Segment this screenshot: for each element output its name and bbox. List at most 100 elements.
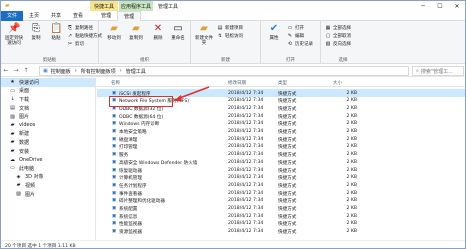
nav-item[interactable]: ▭ 桌面 bbox=[1, 87, 95, 96]
easy-access-button[interactable]: ↯ 轻松访问 bbox=[217, 32, 243, 39]
tab-file[interactable]: 文件 bbox=[1, 10, 24, 21]
file-row[interactable]: ▣ 资源监视器 2018/4/12 7:34 快捷方式 2 KB bbox=[97, 228, 465, 236]
select-none-button[interactable]: ▢ 全部取消 bbox=[325, 32, 351, 39]
copy-to-button[interactable]: ▰ 复制到 bbox=[125, 23, 147, 41]
file-type: 快捷方式 bbox=[278, 91, 297, 97]
nav-item[interactable]: ▰ 新建 bbox=[1, 130, 95, 139]
nav-item-icon: ★ bbox=[10, 79, 15, 86]
file-size: 2 KB bbox=[346, 190, 357, 196]
file-type: 快捷方式 bbox=[278, 214, 297, 220]
file-row[interactable]: ▣ 高级安全 Windows Defender 防火墙 2018/4/12 7:34… bbox=[97, 158, 465, 166]
tab-manage-app[interactable]: 管理 bbox=[117, 10, 142, 21]
tab-view[interactable]: 查看 bbox=[67, 11, 89, 21]
file-row[interactable]: ▣ 服务 2018/4/12 7:34 快捷方式 2 KB bbox=[97, 151, 465, 159]
context-tab-app-tools[interactable]: 应用程序工具 bbox=[119, 1, 153, 11]
forward-arrow-icon[interactable]: → bbox=[11, 67, 21, 74]
select-all-button[interactable]: ▦ 全部选择 bbox=[325, 24, 351, 31]
file-row[interactable]: ▣ 系统信息 2018/4/12 7:34 快捷方式 2 KB bbox=[97, 212, 465, 220]
delete-button[interactable]: ✕ 删除 bbox=[147, 23, 169, 41]
nav-item-label: 图片 bbox=[19, 114, 30, 121]
paste-shortcut-button[interactable]: ↗ 粘贴快捷方式 bbox=[67, 32, 102, 39]
file-row[interactable]: ▣ ODBC 数据源(64 位) 2018/4/12 7:34 快捷方式 2 KB bbox=[97, 112, 465, 120]
maximize-button[interactable]: ☐ bbox=[432, 1, 448, 11]
cut-button[interactable]: ✂ 剪切 bbox=[67, 40, 84, 47]
open-label: 打开 bbox=[286, 58, 295, 63]
nav-item[interactable]: ▨ 图片 bbox=[1, 190, 95, 199]
column-size[interactable]: 大小 bbox=[333, 80, 342, 86]
rename-button[interactable]: ▭ 重命名 bbox=[167, 23, 189, 41]
new-folder-button[interactable]: ▰ 新建文件夹 bbox=[193, 23, 215, 46]
tab-share[interactable]: 共享 bbox=[45, 11, 67, 21]
file-type: 快捷方式 bbox=[278, 137, 297, 143]
file-date: 2018/4/12 7:34 bbox=[228, 113, 264, 119]
file-name: 服务 bbox=[119, 153, 129, 159]
nav-item[interactable]: ☁ OneDrive bbox=[1, 155, 95, 164]
tab-home[interactable]: 主页 bbox=[23, 11, 45, 21]
file-name: 打印管理 bbox=[119, 145, 138, 151]
copy-path-button[interactable]: ⎘ 复制路径 bbox=[67, 24, 93, 31]
context-tab-shortcut-tools[interactable]: 快捷工具 bbox=[90, 1, 118, 11]
file-size: 2 KB bbox=[346, 98, 357, 104]
breadcrumb-admin-tools[interactable]: 管理工具 bbox=[126, 68, 146, 75]
pin-button[interactable]: 📌 固定到快速访问 bbox=[3, 23, 25, 46]
edit-button[interactable]: ✎ 编辑 bbox=[287, 32, 304, 39]
file-date: 2018/4/12 7:34 bbox=[228, 144, 264, 150]
nav-item[interactable]: ▰ videos bbox=[1, 121, 95, 130]
nav-item[interactable]: ◈ 3D 对象 bbox=[1, 173, 95, 182]
column-type[interactable]: 类型 bbox=[278, 80, 287, 86]
file-row[interactable]: ▣ 磁盘清理 2018/4/12 7:34 快捷方式 2 KB bbox=[97, 135, 465, 143]
properties-button[interactable]: ✔ 属性 bbox=[263, 23, 285, 41]
move-to-button[interactable]: ▰ 移动到 bbox=[103, 23, 125, 41]
file-type: 快捷方式 bbox=[278, 199, 297, 205]
navigation-pane: ★ 快速访问 ▭ 桌面 ↓ 下载 ▤ 文档 ▨ 图片 ▰ videos ▰ 新建 ▰ 数据 ▰ 安装 ☁ OneDri… bbox=[1, 78, 96, 240]
file-row[interactable]: ▣ 系统配置 2018/4/12 7:34 快捷方式 2 KB bbox=[97, 205, 465, 213]
nav-item[interactable]: ★ 快速访问 bbox=[1, 78, 95, 87]
nav-item[interactable]: ▭ 此电脑 bbox=[1, 164, 95, 173]
file-size: 2 KB bbox=[346, 198, 357, 204]
column-name[interactable]: 名称 bbox=[111, 80, 120, 86]
nav-item[interactable]: ▰ 安装 bbox=[1, 147, 95, 156]
nav-item-label: 此电脑 bbox=[19, 165, 35, 172]
file-row[interactable]: ▣ 打印管理 2018/4/12 7:34 快捷方式 2 KB bbox=[97, 143, 465, 151]
nav-item[interactable]: ▰ 数据 bbox=[1, 138, 95, 147]
history-button[interactable]: ⟲ 历史记录 bbox=[287, 40, 313, 47]
file-size: 2 KB bbox=[346, 159, 357, 165]
breadcrumb-all-items[interactable]: 所有控制面板项 bbox=[81, 68, 116, 75]
up-arrow-icon[interactable]: ↑ bbox=[21, 67, 31, 74]
file-row[interactable]: ▣ 恢复驱动器 2018/4/12 7:34 快捷方式 2 KB bbox=[97, 166, 465, 174]
file-type: 快捷方式 bbox=[278, 145, 297, 151]
file-row[interactable]: ▣ 性能监视器 2018/4/12 7:34 快捷方式 2 KB bbox=[97, 220, 465, 228]
breadcrumb-control-panel[interactable]: 控制面板 bbox=[51, 68, 71, 75]
nav-item[interactable]: ▨ 图片 bbox=[1, 112, 95, 121]
file-row[interactable]: ▣ 碎片整理和优化驱动器 2018/4/12 7:34 快捷方式 2 KB bbox=[97, 197, 465, 205]
file-row[interactable]: ▣ 事件查看器 2018/4/12 7:34 快捷方式 2 KB bbox=[97, 189, 465, 197]
column-date[interactable]: 修改日期 bbox=[228, 80, 246, 86]
nav-item[interactable]: ↓ 下载 bbox=[1, 95, 95, 104]
tab-manage-shortcut[interactable]: 管理 bbox=[95, 11, 117, 21]
file-row[interactable]: ▣ 计算机管理 2018/4/12 7:34 快捷方式 2 KB bbox=[97, 174, 465, 182]
file-type: 快捷方式 bbox=[278, 122, 297, 128]
shortcut-file-icon: ▣ bbox=[111, 121, 117, 127]
clipboard-label: 剪贴板 bbox=[42, 58, 57, 63]
new-label: 新建 bbox=[221, 58, 230, 63]
open-button[interactable]: ▭ 打开 bbox=[287, 24, 304, 31]
copy-button[interactable]: ⎘ 复制 bbox=[25, 23, 47, 41]
close-button[interactable]: ✕ bbox=[449, 1, 465, 11]
open-group: ✔ 属性 ▭ 打开 ✎ 编辑 ⟲ 历史记录 打开 bbox=[261, 21, 321, 64]
minimize-button[interactable]: ─ bbox=[415, 1, 431, 11]
new-item-button[interactable]: ▤ 新建项目 bbox=[217, 24, 243, 31]
file-row[interactable]: ▣ Windows 内存诊断 2018/4/12 7:34 快捷方式 2 KB bbox=[97, 120, 465, 128]
back-arrow-icon[interactable]: ← bbox=[1, 67, 11, 74]
nav-item[interactable]: ▰ 视频 bbox=[1, 181, 95, 190]
invert-selection-button[interactable]: ▧ 反向选择 bbox=[325, 40, 351, 47]
file-size: 2 KB bbox=[346, 129, 357, 134]
new-group: ▰ 新建文件夹 ▤ 新建项目 ↯ 轻松访问 新建 bbox=[191, 21, 261, 64]
paste-button[interactable]: 📋 粘贴 bbox=[45, 23, 67, 41]
file-type: 快捷方式 bbox=[278, 183, 297, 189]
address-input[interactable]: ▣ 控制面板 › 所有控制面板项 › 管理工具 bbox=[39, 66, 409, 76]
search-input[interactable]: ⌕ 搜索"管理工... bbox=[412, 66, 464, 76]
file-row[interactable]: ▣ 任务计划程序 2018/4/12 7:34 快捷方式 2 KB bbox=[97, 181, 465, 189]
nav-item-icon: ▰ bbox=[10, 122, 15, 129]
nav-item[interactable]: ▤ 文档 bbox=[1, 104, 95, 113]
file-row[interactable]: ▣ 本地安全策略 2018/4/12 7:34 快捷方式 2 KB bbox=[97, 128, 465, 136]
